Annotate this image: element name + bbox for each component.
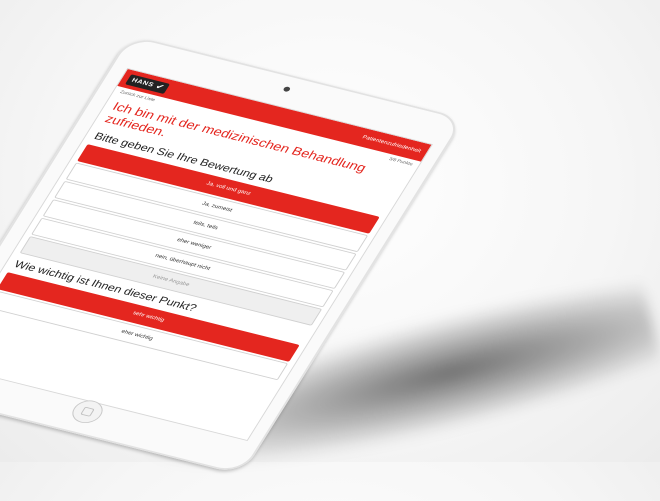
home-square-icon [80,406,95,417]
logo-text: HANS [130,77,156,88]
checkmark-icon: ✔ [154,81,167,92]
